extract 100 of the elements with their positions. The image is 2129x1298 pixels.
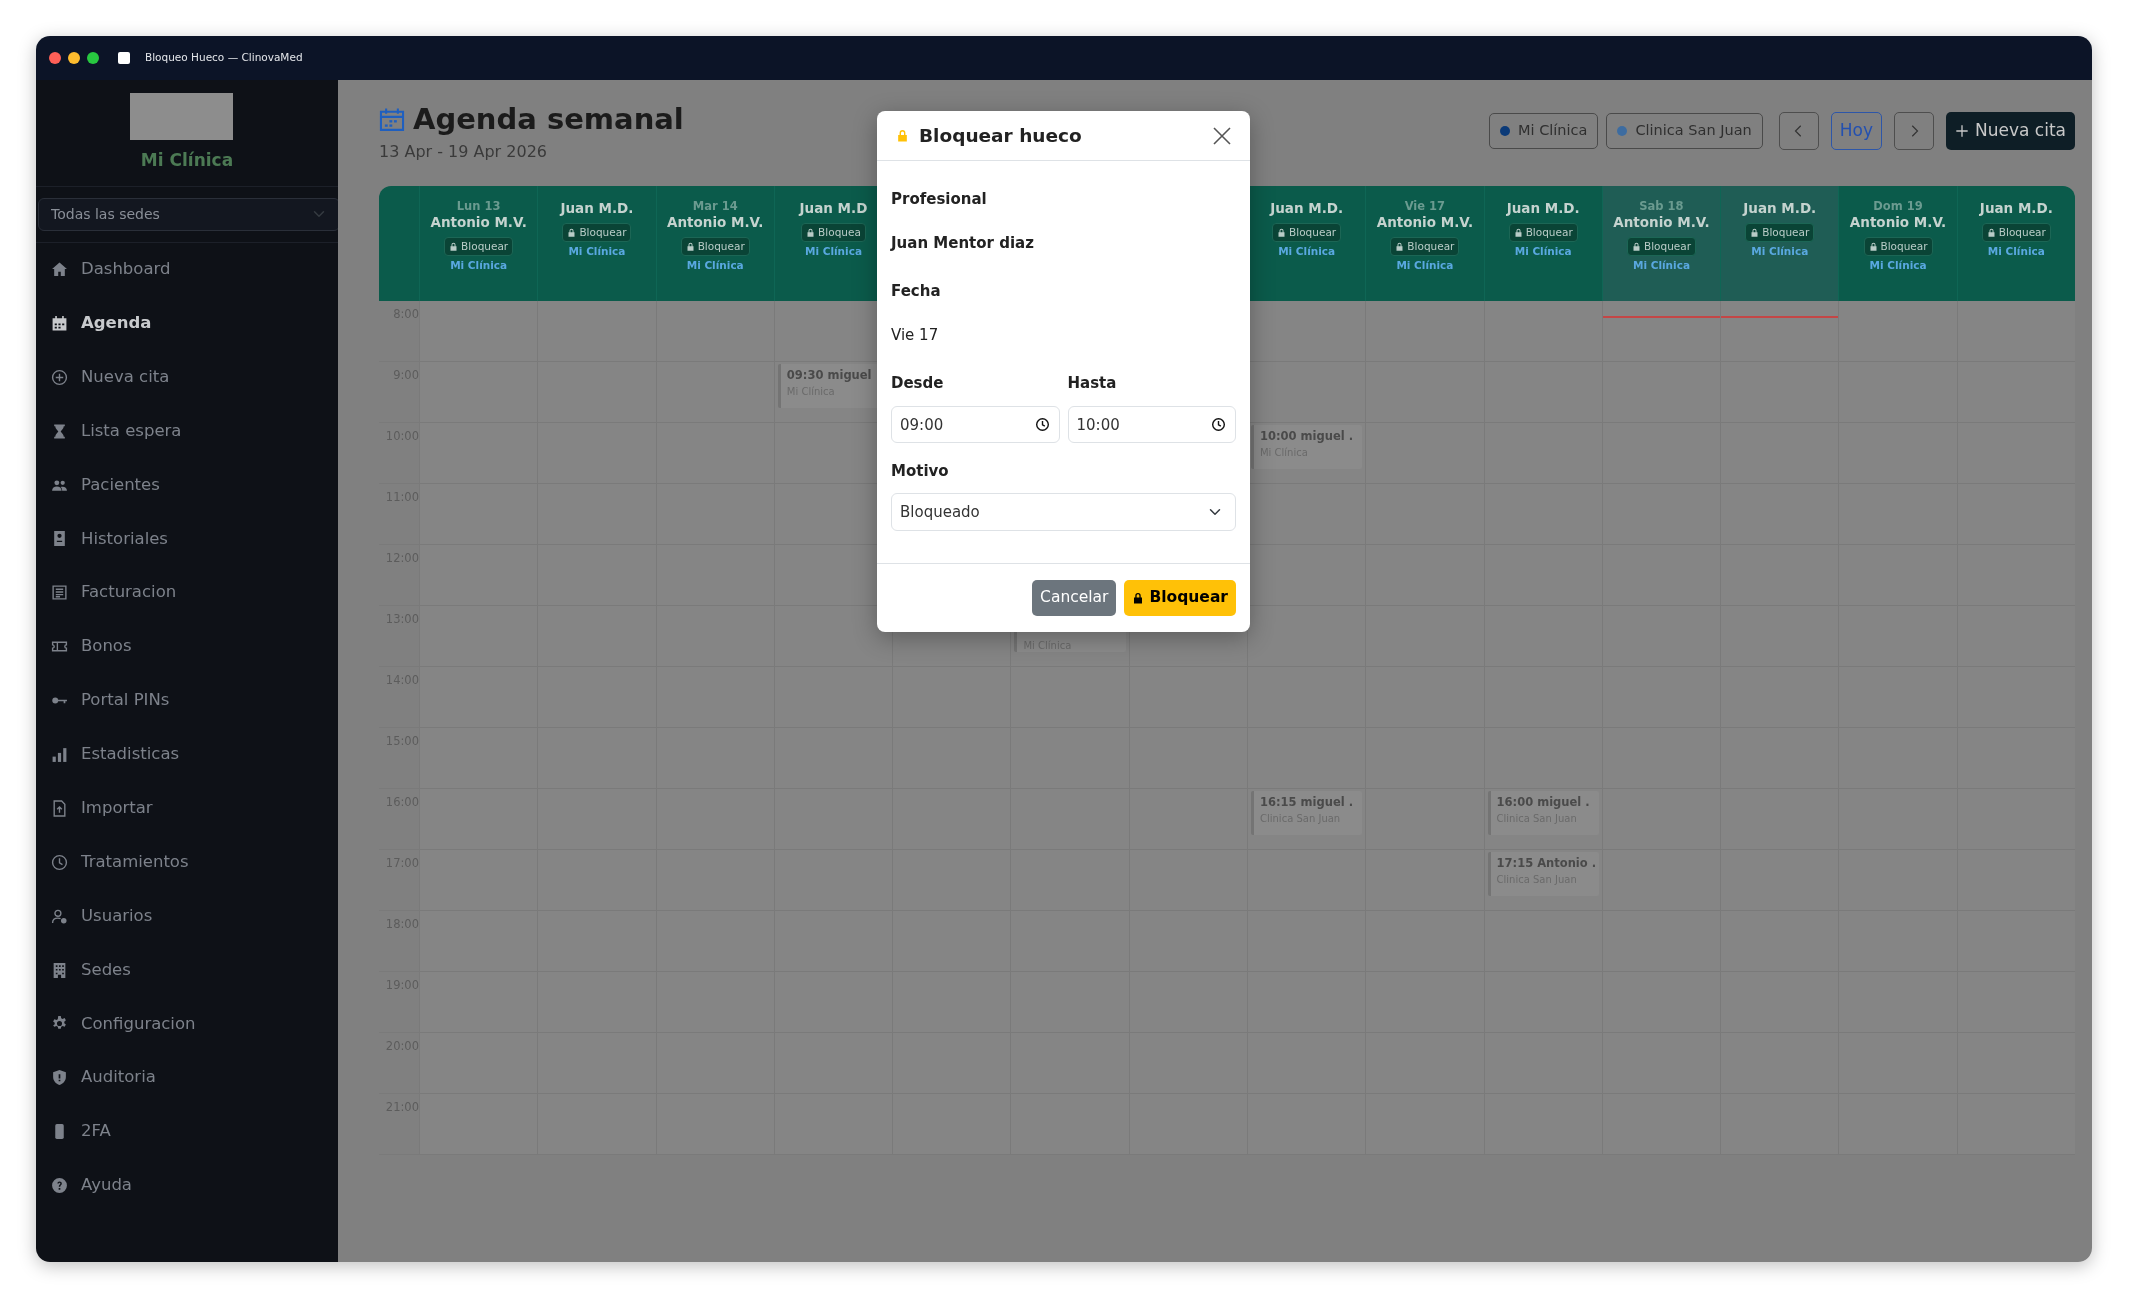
calendar-cell[interactable] bbox=[1956, 300, 2075, 362]
sidebar-item[interactable]: Facturacion bbox=[36, 565, 338, 620]
calendar-cell[interactable] bbox=[655, 300, 774, 362]
sidebar-item[interactable]: Importar bbox=[36, 781, 338, 836]
sidebar-item[interactable]: Sedes bbox=[36, 943, 338, 997]
time-field[interactable]: 09:00 bbox=[891, 406, 1060, 443]
clinic-link[interactable]: Mi Clínica bbox=[1869, 257, 1927, 274]
field-label: Hasta bbox=[1067, 373, 1118, 394]
calendar-cell[interactable] bbox=[537, 300, 656, 362]
block-button[interactable]: Bloquear bbox=[1981, 222, 2051, 242]
hourglass-icon bbox=[51, 422, 68, 440]
clock-icon bbox=[1211, 417, 1226, 432]
block-button[interactable]: Bloquea bbox=[801, 222, 866, 242]
calendar-cell[interactable] bbox=[1247, 300, 1366, 362]
professional-name: Antonio M.V. bbox=[430, 212, 527, 232]
block-button[interactable]: Bloquear bbox=[1272, 222, 1342, 242]
day-label: Lun 13 bbox=[456, 198, 501, 213]
clinic-link[interactable]: Mi Clínica bbox=[805, 243, 862, 260]
block-button[interactable]: Bloquear bbox=[1863, 236, 1933, 256]
clock-icon bbox=[51, 853, 68, 871]
clinic-link[interactable]: Mi Clínica bbox=[568, 243, 626, 260]
file-upload-icon bbox=[51, 799, 68, 817]
clinic-link[interactable]: Mi Clínica bbox=[1987, 243, 2045, 260]
receipt-icon bbox=[51, 584, 68, 602]
block-button[interactable]: Bloquear bbox=[1124, 580, 1236, 616]
previous-button[interactable] bbox=[1778, 112, 1819, 150]
block-button[interactable]: Bloquear bbox=[680, 236, 750, 256]
clock-icon bbox=[1034, 417, 1050, 432]
close-button[interactable] bbox=[1212, 125, 1232, 146]
calendar-cell[interactable] bbox=[1601, 300, 1721, 362]
sidebar-item[interactable]: Nueva cita bbox=[36, 350, 338, 405]
sidebar-item[interactable]: Pacientes bbox=[36, 458, 338, 512]
sidebar-item[interactable]: 2FA bbox=[36, 1104, 338, 1159]
bar-chart-icon bbox=[51, 745, 68, 763]
sidebar-item[interactable]: Portal PINs bbox=[36, 673, 338, 728]
clinic-link[interactable]: Mi Clínica bbox=[686, 257, 744, 274]
app-icon bbox=[118, 52, 130, 64]
calendar-cell[interactable] bbox=[1247, 483, 1366, 545]
time-field[interactable]: 10:00 bbox=[1067, 406, 1236, 443]
calendar-cell[interactable] bbox=[1720, 300, 1839, 362]
field-label: Fecha bbox=[891, 281, 942, 302]
legend-label: Clinica San Juan bbox=[1635, 121, 1752, 141]
plus-icon bbox=[1955, 124, 1969, 138]
sidebar-item[interactable]: Bonos bbox=[36, 619, 338, 674]
zoom-button[interactable] bbox=[87, 52, 99, 64]
clinic-link[interactable]: Mi Clínica bbox=[1633, 257, 1690, 274]
calendar-cell[interactable] bbox=[1247, 544, 1366, 606]
professional-name: Antonio M.V. bbox=[1613, 212, 1710, 232]
calendar-cell[interactable] bbox=[1365, 300, 1484, 362]
sidebar-item[interactable]: Historiales bbox=[36, 511, 338, 566]
sidebar-item[interactable]: Agenda bbox=[36, 296, 338, 351]
block-button[interactable]: Bloquear bbox=[1626, 236, 1696, 256]
sidebar-item[interactable]: Estadisticas bbox=[36, 727, 338, 782]
block-button[interactable]: Bloquear bbox=[1390, 236, 1460, 256]
site-select[interactable]: Todas las sedes bbox=[38, 197, 340, 231]
clinic-link[interactable]: Mi Clínica bbox=[1278, 243, 1336, 260]
professional-name: Juan M.D. bbox=[560, 198, 634, 218]
calendar-cell[interactable] bbox=[1247, 605, 1366, 667]
field-value: Vie 17 bbox=[891, 325, 940, 346]
shield-icon bbox=[51, 1069, 68, 1087]
calendar-icon bbox=[51, 314, 68, 332]
block-button[interactable]: Bloquear bbox=[444, 236, 514, 256]
sidebar-item[interactable]: Ayuda bbox=[36, 1158, 338, 1213]
clinic-link[interactable]: Mi Clínica bbox=[1751, 243, 1809, 260]
block-button[interactable]: Bloquear bbox=[562, 222, 632, 242]
next-button[interactable] bbox=[1894, 112, 1934, 150]
clinic-link[interactable]: Mi Clínica bbox=[1514, 243, 1572, 260]
modal-title: Bloquear hueco bbox=[919, 123, 1083, 148]
block-button[interactable]: Bloquear bbox=[1745, 222, 1815, 242]
cancel-button[interactable]: Cancelar bbox=[1032, 580, 1117, 616]
new-appointment-button[interactable]: Nueva cita bbox=[1946, 112, 2075, 150]
building-icon bbox=[51, 961, 68, 979]
sidebar-item[interactable]: Dashboard bbox=[36, 242, 338, 297]
minimize-button[interactable] bbox=[68, 52, 80, 64]
sidebar-item[interactable]: Auditoria bbox=[36, 1050, 338, 1105]
sidebar-item[interactable]: Lista espera bbox=[36, 404, 338, 459]
professional-name: Juan M.D. bbox=[1270, 198, 1344, 218]
page-title: Agenda semanal bbox=[413, 104, 684, 136]
window-title: Bloqueo Hueco — ClinovaMed bbox=[145, 50, 303, 66]
sidebar-item[interactable]: Configuracion bbox=[36, 996, 338, 1051]
professional-name: Juan M.D bbox=[799, 198, 868, 218]
appointment-title: 17:15 Antonio . bbox=[1496, 854, 1593, 872]
calendar-cell[interactable] bbox=[1483, 300, 1602, 362]
block-button[interactable]: Bloquear bbox=[1508, 222, 1578, 242]
sidebar-item[interactable]: Usuarios bbox=[36, 889, 338, 944]
professional-name: Juan M.D. bbox=[1979, 198, 2053, 218]
calendar-cell[interactable] bbox=[773, 605, 893, 667]
sidebar-item[interactable]: Tratamientos bbox=[36, 835, 338, 890]
lock-icon bbox=[449, 240, 459, 252]
calendar-cell[interactable] bbox=[1838, 300, 1957, 362]
help-icon bbox=[51, 1177, 68, 1195]
calendar-icon bbox=[379, 107, 405, 133]
calendar-cell[interactable] bbox=[1247, 361, 1366, 423]
lock-icon bbox=[685, 240, 695, 252]
clinic-link[interactable]: Mi Clínica bbox=[1396, 257, 1454, 274]
clinic-link[interactable]: Mi Clínica bbox=[450, 257, 508, 274]
close-button[interactable] bbox=[49, 52, 61, 64]
calendar-cell[interactable] bbox=[419, 300, 538, 362]
appointment-title: 16:00 miguel . bbox=[1496, 793, 1591, 811]
reason-select[interactable]: Bloqueado bbox=[891, 493, 1236, 531]
